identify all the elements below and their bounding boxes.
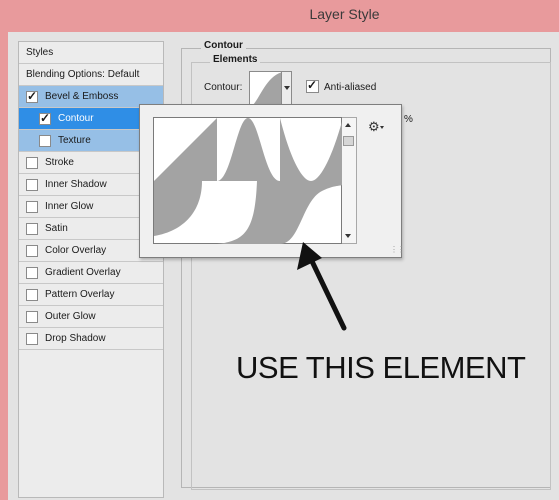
- half-round-contour-icon: [154, 181, 202, 236]
- bevel-emboss-checkbox[interactable]: [26, 88, 38, 104]
- cone-inverted-contour-icon: [280, 118, 343, 181]
- sidebar-item-gradient-overlay[interactable]: Gradient Overlay: [19, 262, 163, 284]
- gear-menu-caret-icon[interactable]: [380, 126, 384, 129]
- drop-shadow-checkbox[interactable]: [26, 333, 38, 345]
- contour-dropdown-arrow[interactable]: [282, 71, 292, 105]
- scroll-thumb[interactable]: [343, 136, 354, 146]
- sidebar-item-label: Satin: [45, 223, 68, 234]
- contour-preview-curve: [253, 72, 281, 104]
- sidebar-item-label: Outer Glow: [45, 311, 96, 322]
- contour-preset-gaussian[interactable]: [217, 118, 280, 181]
- blending-options-label: Blending Options: Default: [26, 69, 140, 80]
- gear-icon[interactable]: ⚙: [368, 119, 380, 135]
- styles-header[interactable]: Styles: [19, 42, 163, 64]
- anti-aliased-checkbox[interactable]: [306, 77, 319, 93]
- sidebar-item-drop-shadow[interactable]: Drop Shadow: [19, 328, 163, 350]
- sidebar-item-outer-glow[interactable]: Outer Glow: [19, 306, 163, 328]
- sidebar-item-label: Pattern Overlay: [45, 289, 115, 300]
- title-bar: Layer Style: [0, 0, 559, 32]
- texture-checkbox[interactable]: [39, 135, 51, 147]
- outer-glow-checkbox[interactable]: [26, 311, 38, 323]
- stroke-checkbox[interactable]: [26, 157, 38, 169]
- inner-shadow-checkbox[interactable]: [26, 179, 38, 191]
- scroll-down-arrow-icon[interactable]: [345, 234, 351, 238]
- contour-preset-ring[interactable]: [280, 181, 343, 244]
- sidebar-item-label: Contour: [58, 113, 94, 124]
- color-overlay-checkbox[interactable]: [26, 245, 38, 257]
- contour-preview[interactable]: [249, 71, 282, 105]
- sidebar-item-label: Drop Shadow: [45, 333, 106, 344]
- anti-aliased-label: Anti-aliased: [324, 82, 377, 93]
- window-title: Layer Style: [309, 6, 380, 22]
- ring-contour-icon: [280, 181, 343, 244]
- range-percent-sign: %: [404, 114, 413, 125]
- contour-preset-rounded-steps[interactable]: [217, 181, 280, 244]
- sidebar-item-label: Stroke: [45, 157, 74, 168]
- contour-field-label: Contour:: [204, 82, 243, 93]
- contour-checkbox[interactable]: [39, 110, 51, 126]
- annotation-text: USE THIS ELEMENT: [236, 350, 526, 385]
- contour-preset-linear[interactable]: [154, 118, 217, 181]
- linear-contour-icon: [154, 118, 217, 181]
- resize-grip-icon[interactable]: ⋮⋮: [390, 245, 405, 254]
- sidebar-item-label: Inner Glow: [45, 201, 94, 212]
- contour-group-title: Contour: [201, 40, 246, 51]
- gaussian-contour-icon: [217, 118, 280, 181]
- satin-checkbox[interactable]: [26, 223, 38, 235]
- sidebar-item-label: Texture: [58, 135, 91, 146]
- inner-glow-checkbox[interactable]: [26, 201, 38, 213]
- picker-scrollbar[interactable]: [342, 117, 357, 244]
- styles-header-label: Styles: [26, 47, 54, 58]
- contour-preset-grid: [153, 117, 343, 244]
- gradient-overlay-checkbox[interactable]: [26, 267, 38, 279]
- sidebar-item-label: Gradient Overlay: [45, 267, 121, 278]
- contour-preset-cone-inverted[interactable]: [280, 118, 343, 181]
- elements-group-title: Elements: [210, 54, 261, 65]
- sidebar-item-label: Color Overlay: [45, 245, 107, 256]
- blending-options[interactable]: Blending Options: Default: [19, 64, 163, 86]
- rounded-steps-contour-icon: [217, 181, 280, 244]
- sidebar-item-label: Bevel & Emboss: [45, 91, 119, 102]
- sidebar-item-pattern-overlay[interactable]: Pattern Overlay: [19, 284, 163, 306]
- sidebar-item-label: Inner Shadow: [45, 179, 107, 190]
- window-border: [0, 32, 8, 500]
- contour-preset-half-round[interactable]: [154, 181, 217, 244]
- scroll-up-arrow-icon[interactable]: [345, 123, 351, 127]
- pattern-overlay-checkbox[interactable]: [26, 289, 38, 301]
